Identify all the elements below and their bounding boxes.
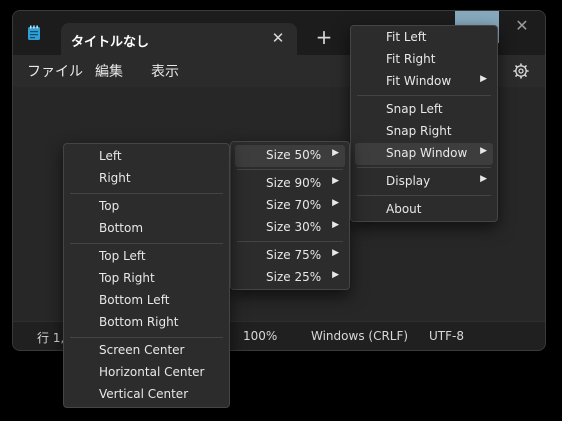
menu-edit[interactable]: 編集: [95, 61, 123, 81]
status-zoom: 100%: [243, 329, 278, 343]
menu-separator: [357, 167, 491, 168]
tab-title: タイトルなし: [71, 35, 150, 50]
menu-item-screen-center[interactable]: Screen Center: [68, 340, 225, 362]
submenu-arrow-icon: ▶: [332, 220, 339, 230]
menu-item-bottom-right[interactable]: Bottom Right: [68, 312, 225, 334]
menu-item-fit-window[interactable]: Fit Window ▶: [355, 71, 493, 93]
menu-item-size-30[interactable]: Size 30% ▶: [235, 217, 345, 239]
menu-item-display[interactable]: Display ▶: [355, 171, 493, 193]
submenu-arrow-icon: ▶: [332, 198, 339, 208]
menu-item-snap-left[interactable]: Snap Left: [355, 99, 493, 121]
submenu-arrow-icon: ▶: [480, 146, 487, 156]
menu-item-vertical-center[interactable]: Vertical Center: [68, 384, 225, 406]
menu-item-bottom-left[interactable]: Bottom Left: [68, 290, 225, 312]
menu-separator: [70, 337, 223, 338]
position-submenu: Left Right Top Bottom Top Left Top Right…: [63, 143, 230, 408]
window-close-button[interactable]: ✕: [509, 13, 535, 39]
window-menu: Fit Left Fit Right Fit Window ▶ Snap Lef…: [350, 25, 498, 222]
menu-item-fit-right[interactable]: Fit Right: [355, 49, 493, 71]
menu-item-top-right[interactable]: Top Right: [68, 268, 225, 290]
menu-item-snap-right[interactable]: Snap Right: [355, 121, 493, 143]
submenu-arrow-icon: ▶: [332, 248, 339, 258]
status-encoding: UTF-8: [429, 329, 464, 343]
menu-item-horizontal-center[interactable]: Horizontal Center: [68, 362, 225, 384]
tab-close-button[interactable]: ✕: [267, 27, 289, 49]
new-tab-button[interactable]: +: [311, 25, 337, 51]
menu-view[interactable]: 表示: [151, 61, 179, 81]
submenu-arrow-icon: ▶: [480, 174, 487, 184]
menu-item-snap-window[interactable]: Snap Window ▶: [355, 143, 493, 165]
tab-untitled[interactable]: タイトルなし ✕: [61, 23, 297, 57]
menu-separator: [237, 169, 343, 170]
submenu-arrow-icon: ▶: [332, 270, 339, 280]
status-position: 行 1,: [37, 331, 65, 345]
menu-file[interactable]: ファイル: [27, 61, 83, 81]
menu-item-left[interactable]: Left: [68, 146, 225, 168]
notepad-icon: [28, 25, 40, 40]
menu-item-top[interactable]: Top: [68, 196, 225, 218]
menu-item-size-75[interactable]: Size 75% ▶: [235, 245, 345, 267]
menu-separator: [357, 195, 491, 196]
menu-separator: [237, 241, 343, 242]
size-submenu: Size 50% ▶ Size 90% ▶ Size 70% ▶ Size 30…: [230, 141, 350, 290]
submenu-arrow-icon: ▶: [332, 148, 339, 158]
menu-item-top-left[interactable]: Top Left: [68, 246, 225, 268]
status-line-ending: Windows (CRLF): [311, 329, 409, 343]
submenu-arrow-icon: ▶: [332, 176, 339, 186]
menu-separator: [70, 243, 223, 244]
menu-item-size-70[interactable]: Size 70% ▶: [235, 195, 345, 217]
menu-item-size-50[interactable]: Size 50% ▶: [235, 145, 345, 167]
menu-item-bottom[interactable]: Bottom: [68, 218, 225, 240]
menu-item-fit-left[interactable]: Fit Left: [355, 27, 493, 49]
gear-icon[interactable]: [513, 63, 529, 79]
menu-separator: [70, 193, 223, 194]
menu-item-size-25[interactable]: Size 25% ▶: [235, 267, 345, 289]
submenu-arrow-icon: ▶: [480, 74, 487, 84]
menu-separator: [357, 95, 491, 96]
menu-item-size-90[interactable]: Size 90% ▶: [235, 173, 345, 195]
menu-item-right[interactable]: Right: [68, 168, 225, 190]
menu-item-about[interactable]: About: [355, 199, 493, 221]
